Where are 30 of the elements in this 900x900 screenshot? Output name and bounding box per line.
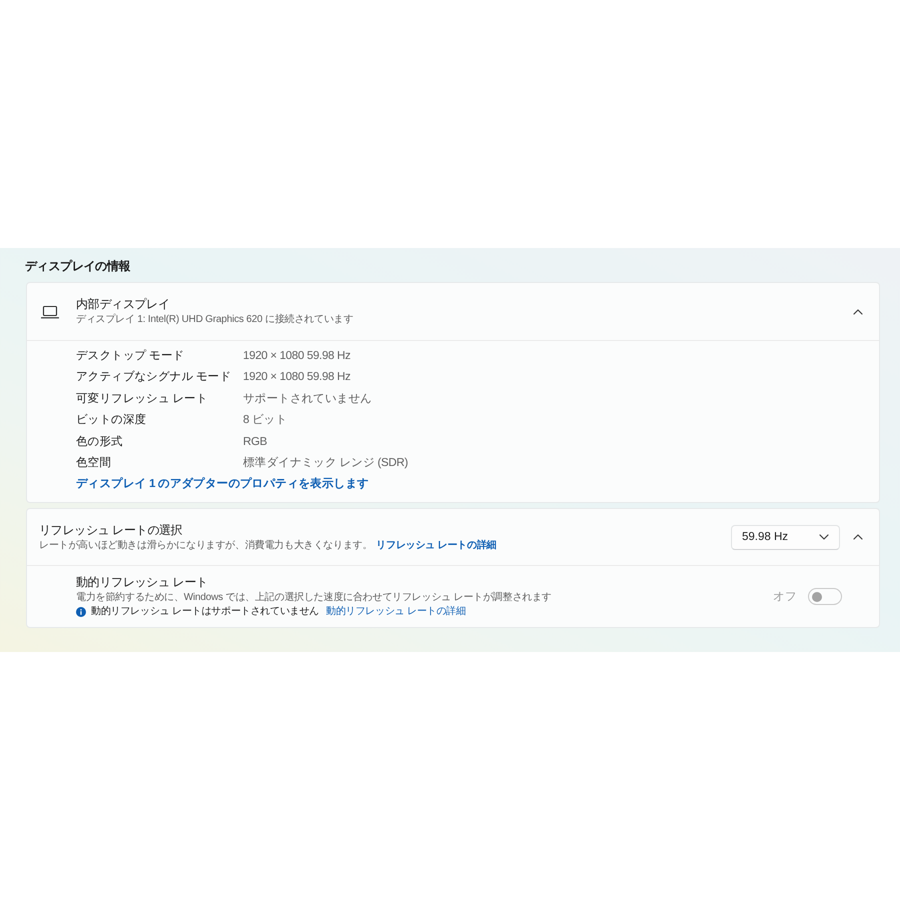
property-label: デスクトップ モード bbox=[76, 348, 186, 364]
refresh-rate-title: リフレッシュ レートの選択 bbox=[39, 522, 182, 539]
adapter-properties-link[interactable]: ディスプレイ 1 のアダプターのプロパティを表示します bbox=[76, 474, 369, 496]
chevron-up-icon[interactable] bbox=[853, 534, 863, 540]
property-label: 色空間 bbox=[76, 455, 112, 472]
section-title: ディスプレイの情報 bbox=[25, 258, 130, 274]
refresh-rate-details-link[interactable]: リフレッシュ レートの詳細 bbox=[376, 538, 496, 553]
chevron-up-icon[interactable] bbox=[853, 308, 863, 314]
property-label: 可変リフレッシュ レート bbox=[76, 391, 209, 407]
property-value: 1920 × 1080 59.98 Hz bbox=[243, 349, 352, 364]
property-value: 1920 × 1080 59.98 Hz bbox=[243, 370, 352, 386]
dynamic-refresh-details-link[interactable]: 動的リフレッシュ レートの詳細 bbox=[326, 605, 466, 620]
dynamic-refresh-description: 電力を節約するために、Windows では、上記の選択した速度に合わせてリフレッシュ レートが調整されます bbox=[76, 591, 552, 606]
dynamic-refresh-notice: 動的リフレッシュ レートはサポートされていません bbox=[91, 605, 319, 620]
property-label: ビットの深度 bbox=[76, 412, 148, 428]
refresh-rate-description: レートが高いほど動きは滑らかになりますが、消費電力も大きくなります。 bbox=[39, 538, 372, 553]
property-label: アクティブなシグナル モード bbox=[76, 370, 231, 386]
laptop-icon bbox=[41, 304, 59, 318]
refresh-rate-dropdown[interactable]: 59.98 Hz bbox=[731, 524, 840, 550]
toggle-state-label: オフ bbox=[773, 590, 797, 604]
display-title: 内部ディスプレイ bbox=[76, 296, 170, 313]
property-value: 8 ビット bbox=[243, 412, 288, 428]
info-icon bbox=[76, 607, 86, 618]
property-value: RGB bbox=[243, 434, 268, 450]
display-subtitle: ディスプレイ 1: Intel(R) UHD Graphics 620 に接続されています bbox=[76, 313, 354, 327]
property-value: サポートされていません bbox=[243, 392, 373, 407]
dynamic-refresh-title: 動的リフレッシュ レート bbox=[76, 574, 208, 592]
chevron-down-icon bbox=[819, 534, 829, 540]
property-label: 色の形式 bbox=[76, 434, 124, 450]
property-value: 標準ダイナミック レンジ (SDR) bbox=[243, 456, 408, 472]
